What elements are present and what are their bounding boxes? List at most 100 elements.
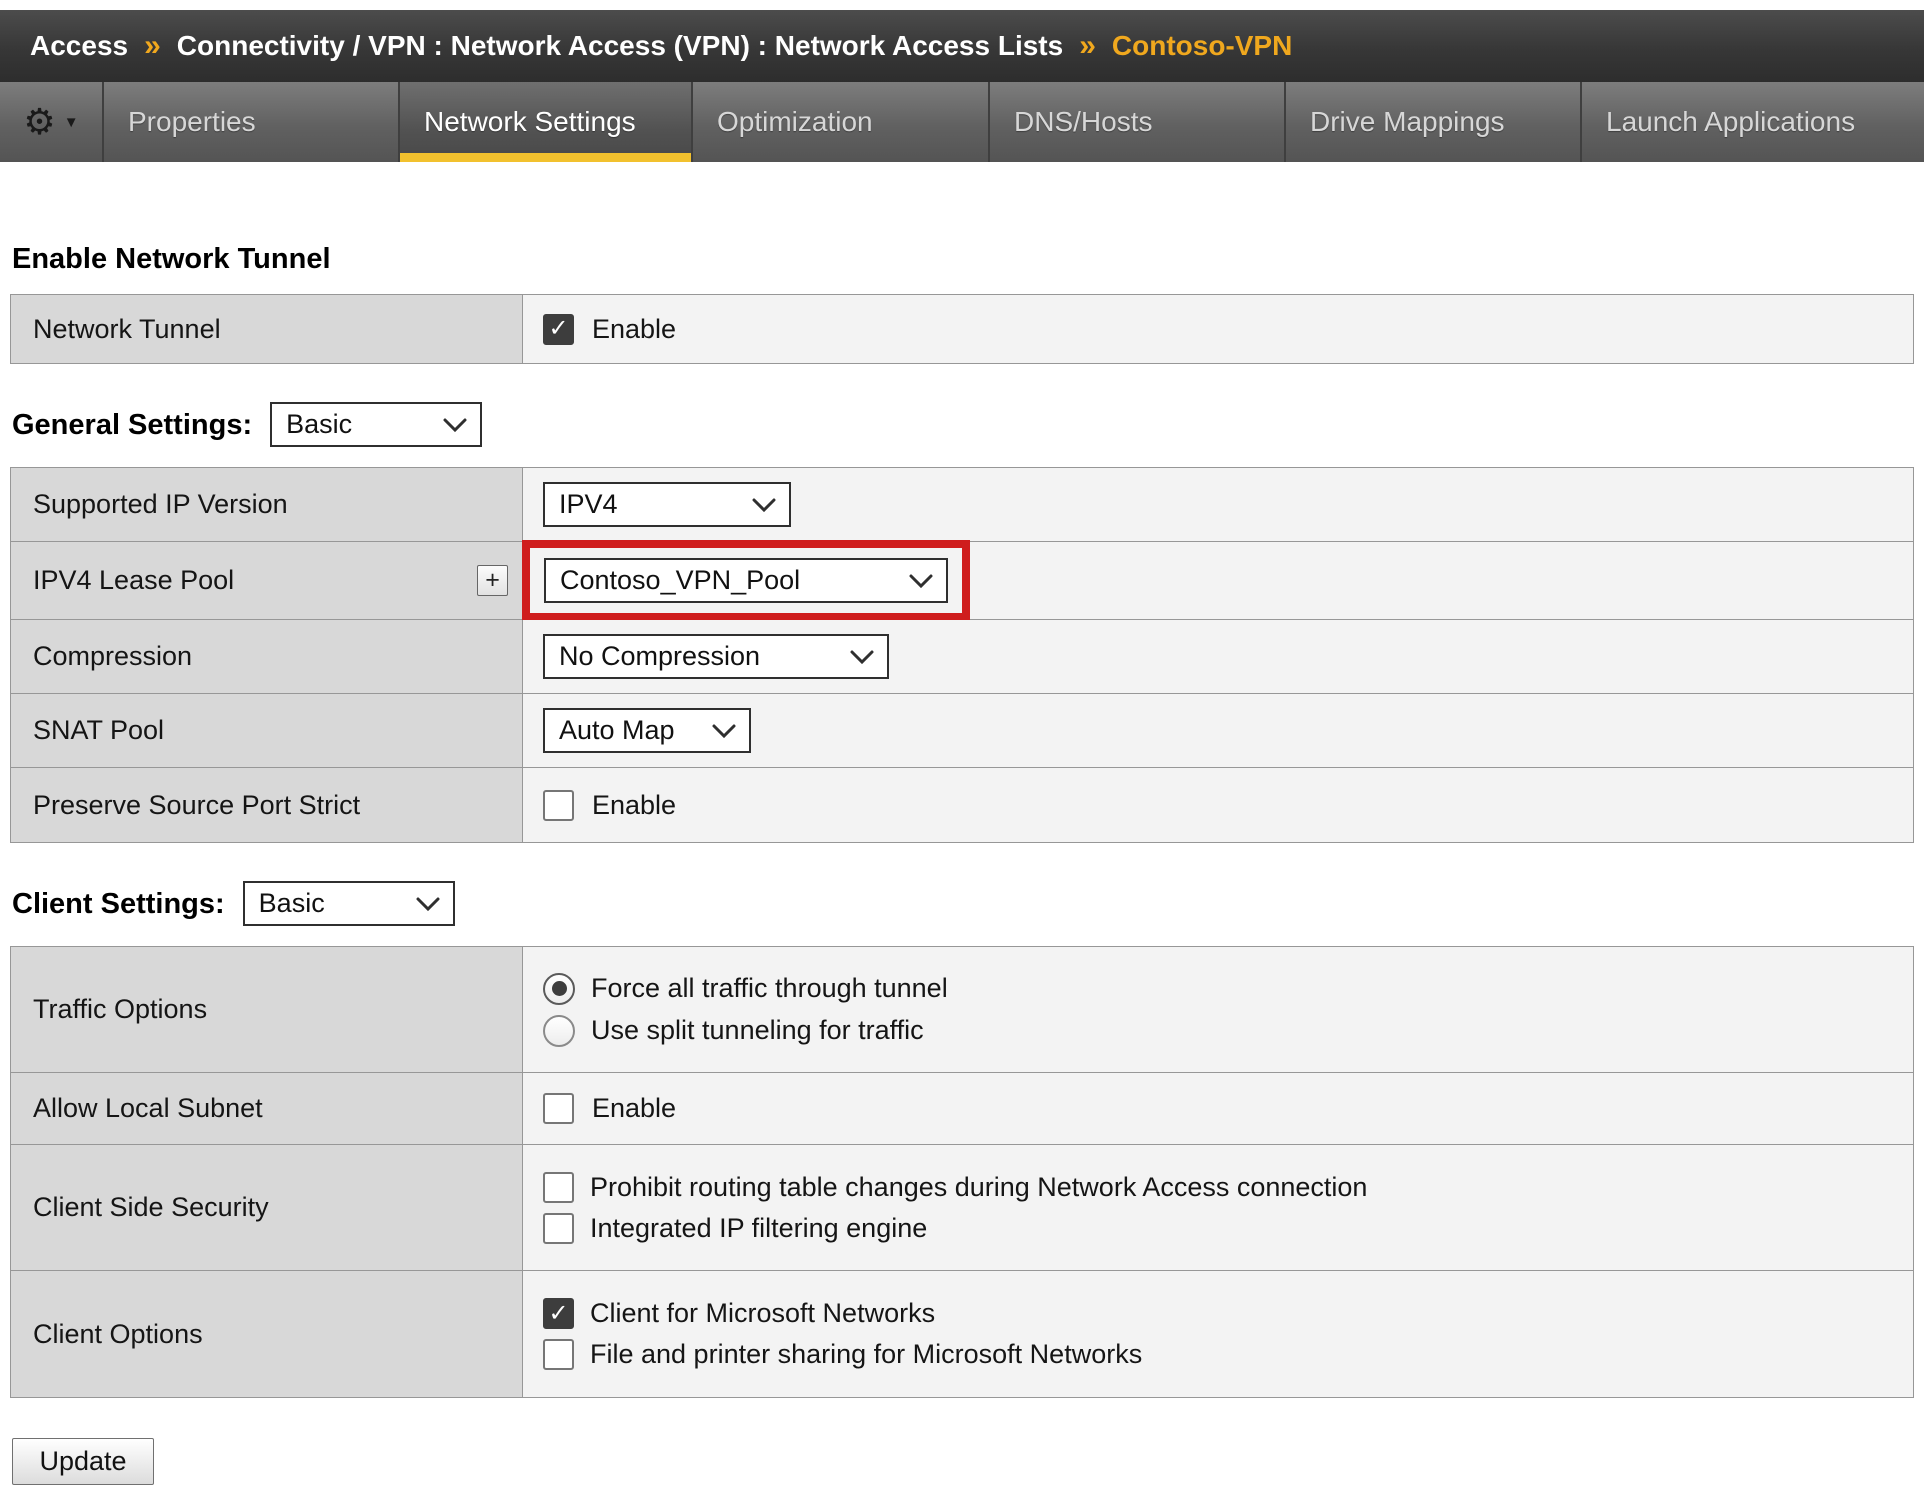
page: Access » Connectivity / VPN : Network Ac… — [0, 10, 1924, 1485]
chevron-down-icon — [909, 574, 933, 588]
breadcrumb-root-access[interactable]: Access — [30, 30, 128, 62]
ipv4-lease-pool-select[interactable]: Contoso_VPN_Pool — [544, 558, 948, 603]
section-heading-enable-network-tunnel: Enable Network Tunnel — [12, 243, 331, 275]
allow-local-subnet-checkbox[interactable]: ✓ — [543, 1093, 574, 1124]
tab-bar: ⚙ ▼ Properties Network Settings Optimiza… — [0, 82, 1924, 162]
client-settings-mode-select[interactable]: Basic — [242, 881, 455, 926]
option-row: ✓ File and printer sharing for Microsoft… — [543, 1339, 1142, 1370]
row-label: Traffic Options — [33, 994, 208, 1024]
row-traffic-options: Traffic Options Force all traffic throug… — [11, 947, 1913, 1073]
row-value-cell: Contoso_VPN_Pool — [522, 540, 1913, 621]
checkbox-label: Prohibit routing table changes during Ne… — [590, 1171, 1368, 1202]
select-value: Contoso_VPN_Pool — [560, 565, 801, 595]
tab-launch-applications[interactable]: Launch Applications — [1582, 82, 1924, 162]
row-label-cell: IPV4 Lease Pool + — [11, 542, 523, 619]
tab-label: Network Settings — [424, 106, 636, 137]
select-value: Basic — [286, 409, 353, 439]
option-row: ✓ Integrated IP filtering engine — [543, 1212, 928, 1244]
breadcrumb-current-item: Contoso-VPN — [1111, 30, 1293, 61]
row-label: Preserve Source Port Strict — [33, 789, 361, 820]
row-label-cell: Client Side Security — [11, 1145, 523, 1270]
add-lease-pool-button[interactable]: + — [477, 565, 508, 596]
check-icon: ✓ — [548, 1299, 569, 1327]
row-label-cell: SNAT Pool — [11, 694, 523, 767]
row-value-cell: ✓ Prohibit routing table changes during … — [523, 1145, 1913, 1270]
settings-menu-button[interactable]: ⚙ ▼ — [0, 82, 104, 162]
chevron-down-icon: ▼ — [63, 113, 79, 131]
checkbox-label: Enable — [592, 1093, 677, 1123]
checkbox-label: Enable — [592, 313, 677, 344]
tab-drive-mappings[interactable]: Drive Mappings — [1286, 82, 1582, 162]
row-preserve-source-port-strict: Preserve Source Port Strict ✓ Enable — [11, 768, 1913, 842]
general-settings-header: General Settings: Basic — [12, 402, 1914, 447]
breadcrumb: Access » Connectivity / VPN : Network Ac… — [0, 10, 1924, 82]
split-tunneling-radio[interactable] — [543, 1014, 575, 1047]
row-label: Client Options — [33, 1318, 203, 1349]
row-value-cell: Auto Map — [523, 694, 1913, 767]
breadcrumb-path[interactable]: Connectivity / VPN : Network Access (VPN… — [177, 30, 1063, 62]
row-label-cell: Client Options — [11, 1271, 523, 1397]
radio-dot — [551, 981, 567, 996]
tab-network-settings[interactable]: Network Settings — [400, 82, 693, 162]
update-button[interactable]: Update — [12, 1438, 154, 1485]
tab-properties[interactable]: Properties — [104, 82, 400, 162]
tab-label: Properties — [128, 106, 256, 137]
tab-label: Optimization — [717, 106, 873, 137]
radio-label: Use split tunneling for traffic — [591, 1015, 924, 1045]
row-value-cell: Force all traffic through tunnel Use spl… — [523, 947, 1913, 1072]
checkbox-label: Enable — [592, 789, 677, 820]
select-value: IPV4 — [559, 489, 618, 519]
prohibit-routing-table-changes-checkbox[interactable]: ✓ — [543, 1171, 574, 1203]
row-label-cell: Supported IP Version — [11, 468, 523, 541]
row-label-cell: Allow Local Subnet — [11, 1073, 523, 1144]
network-tunnel-enable-checkbox[interactable]: ✓ — [543, 313, 574, 345]
tab-label: Drive Mappings — [1310, 106, 1505, 137]
tab-label: DNS/Hosts — [1014, 106, 1153, 137]
chevron-down-icon — [712, 724, 736, 738]
row-label: Client Side Security — [33, 1192, 269, 1222]
checkbox-label: File and printer sharing for Microsoft N… — [590, 1339, 1143, 1369]
breadcrumb-separator-icon: » — [1079, 29, 1096, 62]
general-settings-table: Supported IP Version IPV4 IPV4 Lease Poo… — [10, 467, 1914, 843]
option-row: ✓ Client for Microsoft Networks — [543, 1298, 935, 1329]
select-value: No Compression — [559, 641, 761, 671]
integrated-ip-filtering-checkbox[interactable]: ✓ — [543, 1212, 574, 1244]
force-all-traffic-radio[interactable] — [543, 972, 575, 1005]
row-compression: Compression No Compression — [11, 620, 1913, 694]
row-snat-pool: SNAT Pool Auto Map — [11, 694, 1913, 768]
general-settings-mode-select[interactable]: Basic — [270, 402, 483, 447]
row-value-cell: ✓ Enable — [523, 768, 1913, 842]
gear-icon: ⚙ — [23, 101, 56, 142]
supported-ip-version-select[interactable]: IPV4 — [543, 482, 791, 527]
tab-optimization[interactable]: Optimization — [693, 82, 990, 162]
compression-select[interactable]: No Compression — [543, 634, 889, 679]
row-value-cell: IPV4 — [523, 468, 1913, 541]
row-label: Allow Local Subnet — [33, 1093, 263, 1123]
file-and-printer-sharing-checkbox[interactable]: ✓ — [543, 1339, 574, 1370]
row-label: Supported IP Version — [33, 489, 288, 519]
row-label: SNAT Pool — [33, 715, 165, 745]
breadcrumb-separator-icon: » — [144, 29, 161, 62]
snat-pool-select[interactable]: Auto Map — [543, 708, 751, 753]
tab-dns-hosts[interactable]: DNS/Hosts — [990, 82, 1286, 162]
checkbox-label: Integrated IP filtering engine — [590, 1212, 928, 1243]
row-value-cell: No Compression — [523, 620, 1913, 693]
row-label-cell: Network Tunnel — [11, 295, 523, 363]
chevron-down-icon — [850, 650, 874, 664]
row-label-cell: Compression — [11, 620, 523, 693]
preserve-source-port-strict-checkbox[interactable]: ✓ — [543, 789, 574, 821]
check-icon: ✓ — [548, 315, 569, 342]
section-heading-client-settings: Client Settings: — [12, 887, 225, 920]
row-label: IPV4 Lease Pool — [33, 565, 235, 595]
content: Enable Network Tunnel Network Tunnel ✓ E… — [0, 242, 1924, 1485]
row-network-tunnel: Network Tunnel ✓ Enable — [11, 295, 1913, 363]
row-allow-local-subnet: Allow Local Subnet ✓ Enable — [11, 1073, 1913, 1145]
client-settings-header: Client Settings: Basic — [12, 881, 1914, 926]
radio-label: Force all traffic through tunnel — [591, 973, 948, 1003]
section-heading-general-settings: General Settings: — [12, 408, 253, 441]
row-client-options: Client Options ✓ Client for Microsoft Ne… — [11, 1271, 1913, 1397]
row-label-cell: Traffic Options — [11, 947, 523, 1072]
row-label: Network Tunnel — [33, 313, 221, 344]
client-for-microsoft-networks-checkbox[interactable]: ✓ — [543, 1298, 574, 1329]
row-value-cell: ✓ Enable — [523, 1073, 1913, 1144]
